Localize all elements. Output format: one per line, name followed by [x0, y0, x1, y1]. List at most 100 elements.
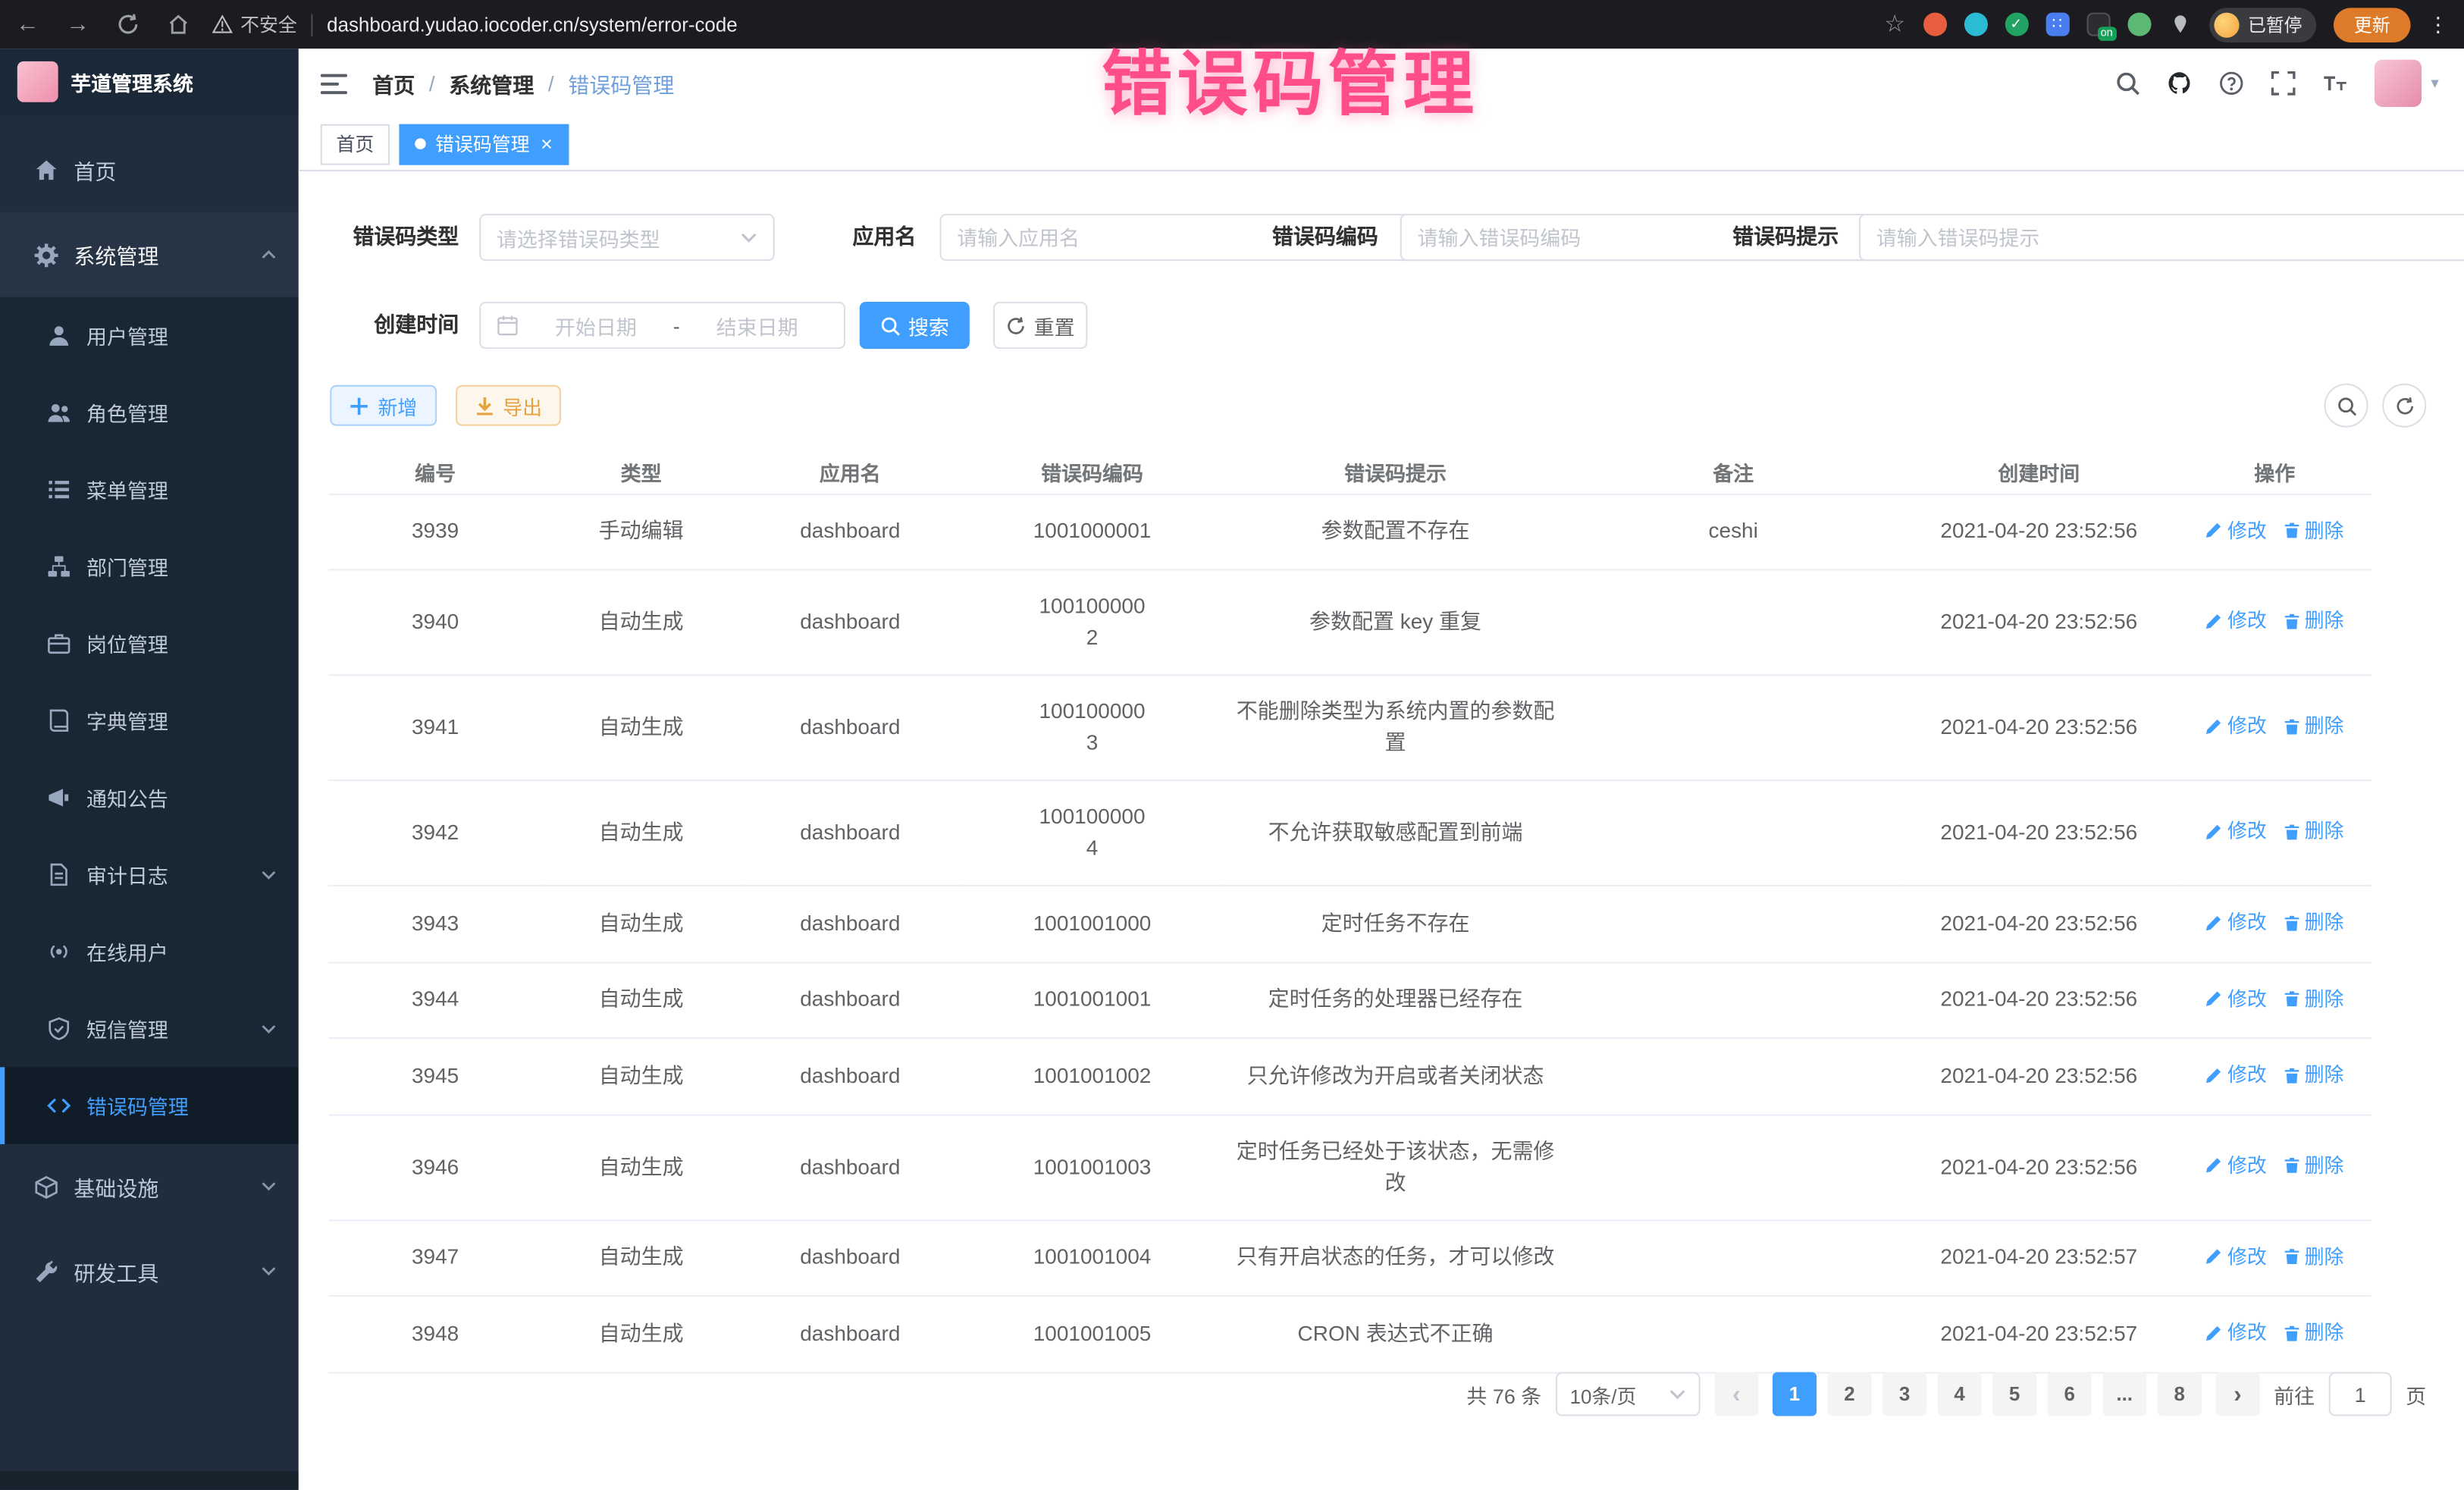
pager-prev-button[interactable]: ‹ [1714, 1372, 1758, 1416]
edit-button[interactable]: 修改 [2205, 1059, 2267, 1090]
fullscreen-icon[interactable] [2271, 71, 2296, 96]
sidebar-item-sms[interactable]: 短信管理 [0, 990, 299, 1068]
pager-page-button-3[interactable]: 3 [1882, 1372, 1926, 1416]
reload-icon[interactable] [116, 13, 140, 36]
security-indicator[interactable]: 不安全 [212, 11, 297, 38]
tab-错误码管理[interactable]: 错误码管理× [399, 124, 568, 165]
filter-row-2: 创建时间 开始日期 - 结束日期 搜索 重置 [299, 302, 2464, 349]
hamburger-icon[interactable] [299, 71, 369, 95]
delete-button[interactable]: 删除 [2283, 606, 2344, 637]
goto-page-input[interactable] [2329, 1372, 2392, 1416]
blue-extension-icon[interactable]: ∷ [2045, 13, 2069, 36]
edit-button[interactable]: 修改 [2205, 1241, 2267, 1272]
reset-button[interactable]: 重置 [993, 302, 1087, 349]
sidebar-item-home[interactable]: 首页 [0, 127, 299, 212]
update-button[interactable]: 更新 [2334, 7, 2411, 42]
sidebar-item-role[interactable]: 角色管理 [0, 374, 299, 451]
font-size-icon[interactable] [2322, 71, 2347, 96]
breadcrumb-separator: / [548, 71, 554, 95]
pager-page-button-2[interactable]: 2 [1827, 1372, 1871, 1416]
pager-page-button-4[interactable]: 4 [1938, 1372, 1982, 1416]
create-time-range-picker[interactable]: 开始日期 - 结束日期 [479, 302, 845, 349]
address-url[interactable]: dashboard.yudao.iocoder.cn/system/error-… [327, 14, 738, 36]
sidebar-item-user[interactable]: 用户管理 [0, 297, 299, 375]
cell-operations: 修改删除 [2178, 675, 2372, 780]
check-extension-icon[interactable]: ✓ [2005, 13, 2028, 36]
chevron-right-icon: › [2234, 1381, 2241, 1407]
breadcrumb-item[interactable]: 首页 [372, 67, 415, 99]
delete-button[interactable]: 删除 [2283, 710, 2344, 742]
pager-more-button[interactable]: ... [2102, 1372, 2146, 1416]
profile-paused-badge[interactable]: 已暂停 [2209, 7, 2316, 42]
edit-button[interactable]: 修改 [2205, 1150, 2267, 1181]
error-msg-input[interactable] [1859, 214, 2464, 261]
delete-button[interactable]: 删除 [2283, 907, 2344, 938]
add-button[interactable]: 新增 [330, 385, 437, 426]
pager-page-button-1[interactable]: 1 [1773, 1372, 1817, 1416]
kebab-menu-icon[interactable]: ⋮ [2428, 12, 2448, 37]
search-icon[interactable] [2115, 71, 2140, 96]
edit-button[interactable]: 修改 [2205, 710, 2267, 742]
page-size-select[interactable]: 10条/页 [1556, 1372, 1701, 1416]
delete-button[interactable]: 删除 [2283, 1150, 2344, 1181]
pager-next-button[interactable]: › [2215, 1372, 2259, 1416]
delete-button[interactable]: 删除 [2283, 983, 2344, 1014]
avatar [2375, 60, 2422, 107]
sidebar-item-system[interactable]: 系统管理 [0, 212, 299, 297]
delete-button[interactable]: 删除 [2283, 1241, 2344, 1272]
sidebar-item-menu[interactable]: 菜单管理 [0, 451, 299, 529]
app-logo[interactable]: 芋道管理系统 [0, 49, 299, 114]
sidebar-item-error-code[interactable]: 错误码管理 [0, 1067, 299, 1144]
cell-app: dashboard [740, 1219, 960, 1296]
tab-首页[interactable]: 首页 [321, 124, 390, 165]
cell-type: 自动生成 [542, 675, 740, 780]
sidebar-item-post[interactable]: 岗位管理 [0, 605, 299, 682]
edit-button[interactable]: 修改 [2205, 606, 2267, 637]
cell-operations: 修改删除 [2178, 1038, 2372, 1115]
home-icon[interactable] [167, 13, 190, 36]
edit-button[interactable]: 修改 [2205, 1317, 2267, 1348]
delete-icon [2283, 990, 2300, 1008]
sidebar-item-notice[interactable]: 通知公告 [0, 759, 299, 836]
edit-button[interactable]: 修改 [2205, 515, 2267, 546]
switch-extension-icon[interactable]: on [2086, 13, 2110, 36]
delete-icon [2283, 1248, 2300, 1266]
help-icon[interactable] [2219, 71, 2244, 96]
breadcrumb-item[interactable]: 系统管理 [449, 67, 534, 99]
delete-button-label: 删除 [2305, 907, 2344, 938]
export-button[interactable]: 导出 [456, 385, 561, 426]
delete-button[interactable]: 删除 [2283, 1059, 2344, 1090]
cell-type: 自动生成 [542, 961, 740, 1038]
edit-icon [2205, 990, 2223, 1008]
sidebar-item-online-user[interactable]: 在线用户 [0, 913, 299, 990]
edit-button[interactable]: 修改 [2205, 983, 2267, 1014]
delete-button[interactable]: 删除 [2283, 816, 2344, 847]
sidebar-item-dept[interactable]: 部门管理 [0, 528, 299, 605]
sidebar-item-dev-tool[interactable]: 研发工具 [0, 1229, 299, 1314]
delete-button[interactable]: 删除 [2283, 515, 2344, 546]
delete-button[interactable]: 删除 [2283, 1317, 2344, 1348]
edit-button[interactable]: 修改 [2205, 816, 2267, 847]
error-type-select[interactable]: 请选择错误码类型 [479, 214, 775, 261]
search-button[interactable]: 搜索 [860, 302, 970, 349]
pin-icon[interactable] [2168, 13, 2191, 36]
cell-type: 自动生成 [542, 1296, 740, 1372]
refresh-table-button[interactable] [2382, 384, 2426, 428]
github-icon[interactable] [2167, 71, 2192, 96]
toggle-search-button[interactable] [2324, 384, 2368, 428]
teal-extension-icon[interactable] [1964, 13, 1987, 36]
user-avatar-menu[interactable]: ▾ [2375, 60, 2439, 107]
close-icon[interactable]: × [541, 132, 553, 155]
back-icon[interactable]: ← [16, 13, 39, 36]
forward-icon[interactable]: → [66, 13, 89, 36]
green-extension-icon[interactable] [2127, 13, 2150, 36]
bookmark-star-icon[interactable]: ☆ [1884, 13, 1905, 36]
pager-page-button-6[interactable]: 6 [2048, 1372, 2092, 1416]
sidebar-item-audit-log[interactable]: 审计日志 [0, 836, 299, 914]
pager-page-button-8[interactable]: 8 [2158, 1372, 2202, 1416]
sidebar-item-infra[interactable]: 基础设施 [0, 1144, 299, 1229]
edit-button[interactable]: 修改 [2205, 907, 2267, 938]
pager-page-button-5[interactable]: 5 [1992, 1372, 2036, 1416]
tomato-extension-icon[interactable] [1923, 13, 1946, 36]
sidebar-item-dict[interactable]: 字典管理 [0, 682, 299, 760]
